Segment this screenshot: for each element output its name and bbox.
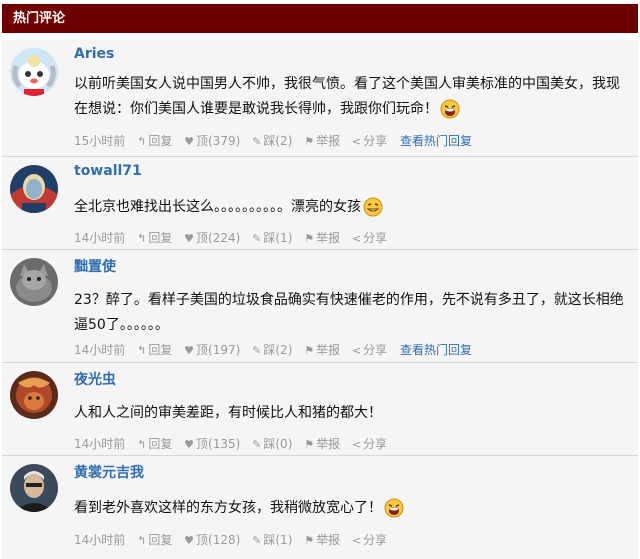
comment-item: 黄裳元吉我 看到老外喜欢这样的东方女孩，我稍微放宽心了！ 14小时前 ↰ 回复 ♥… [2,456,638,559]
share-icon: < [351,438,362,451]
timestamp: 15小时前 [74,134,126,148]
comment-item: 夜光虫 人和人之间的审美差距，有时候比人和猪的都大！ 14小时前 ↰ 回复 ♥ 顶(… [2,363,638,455]
comment-item: towall71 全北京也难找出长这么。。。。。。。。。。漂亮的女孩 14小时前… [2,157,638,249]
comment-item: 黜置使 23？醉了。看样子美国的垃圾食品确实有快速催老的作用，先不说有多丑了，就… [2,250,638,362]
comment-body: 人和人之间的审美差距，有时候比人和猪的都大！ [74,405,382,421]
upvote-button[interactable]: ♥ 顶(197) [184,341,240,358]
comment-meta: 15小时前 ↰ 回复 ♥ 顶(379) ✎ 踩(2) ⚑ 举报 < 分享 查看热门回复 [74,132,472,149]
flag-icon: ⚑ [304,232,315,245]
reply-arrow-icon: ↰ [137,135,147,148]
share-button[interactable]: < 分享 [352,229,387,246]
share-icon: < [351,232,362,245]
reply-button[interactable]: ↰ 回复 [137,341,172,358]
username[interactable]: Aries [74,46,114,62]
panel-title: 热门评论 [2,4,638,33]
downvote-button[interactable]: ✎ 踩(2) [252,341,292,358]
comment-body: 看到老外喜欢这样的东方女孩，我稍微放宽心了！ [74,500,382,516]
share-icon: < [351,344,362,357]
laughing-emoji-icon [440,99,460,128]
share-icon: < [351,135,362,148]
comment-meta: 14小时前 ↰ 回复 ♥ 顶(197) ✎ 踩(2) ⚑ 举报 < 分享 查看热门回复 [74,341,472,358]
reply-arrow-icon: ↰ [137,534,147,547]
comment-text: 人和人之间的审美差距，有时候比人和猪的都大！ [74,401,629,426]
flag-icon: ⚑ [304,534,315,547]
heart-icon: ♥ [184,344,195,357]
downvote-button[interactable]: ✎ 踩(2) [252,132,292,149]
thumb-down-icon: ✎ [252,135,262,148]
heart-icon: ♥ [184,438,195,451]
downvote-button[interactable]: ✎ 踩(1) [252,531,292,548]
comment-meta: 14小时前 ↰ 回复 ♥ 顶(135) ✎ 踩(0) ⚑ 举报 < 分享 [74,435,387,452]
username[interactable]: 黜置使 [74,256,116,276]
flag-icon: ⚑ [304,344,315,357]
report-button[interactable]: ⚑ 举报 [304,229,340,246]
username[interactable]: 黄裳元吉我 [74,462,144,482]
report-button[interactable]: ⚑ 举报 [304,132,340,149]
thumb-down-icon: ✎ [252,344,262,357]
comment-meta: 14小时前 ↰ 回复 ♥ 顶(128) ✎ 踩(1) ⚑ 举报 < 分享 [74,531,387,548]
view-hot-replies-link[interactable]: 查看热门回复 [400,341,472,358]
timestamp: 14小时前 [74,343,126,357]
avatar[interactable] [10,464,58,512]
report-button[interactable]: ⚑ 举报 [304,341,340,358]
upvote-button[interactable]: ♥ 顶(128) [184,531,240,548]
reply-arrow-icon: ↰ [137,438,147,451]
thumb-down-icon: ✎ [252,534,262,547]
heart-icon: ♥ [184,232,195,245]
share-button[interactable]: < 分享 [352,132,387,149]
timestamp: 14小时前 [74,437,126,451]
reply-arrow-icon: ↰ [137,344,147,357]
heart-icon: ♥ [184,135,195,148]
reply-button[interactable]: ↰ 回复 [137,132,172,149]
comment-text: 以前听美国女人说中国男人不帅，我很气愤。看了这个美国人审美标准的中国美女，我现在… [74,72,629,128]
comment-text: 全北京也难找出长这么。。。。。。。。。。漂亮的女孩 [74,195,629,226]
flag-icon: ⚑ [304,438,315,451]
view-hot-replies-link[interactable]: 查看热门回复 [400,132,472,149]
hot-comments-panel: 热门评论 Aries 以前听美国女人说中国男人不帅，我很气愤。看了这个美国人审美… [2,4,638,559]
share-button[interactable]: < 分享 [352,531,387,548]
upvote-button[interactable]: ♥ 顶(135) [184,435,240,452]
comment-body: 以前听美国女人说中国男人不帅，我很气愤。看了这个美国人审美标准的中国美女，我现在… [74,76,620,117]
comment-text: 看到老外喜欢这样的东方女孩，我稍微放宽心了！ [74,496,629,527]
report-button[interactable]: ⚑ 举报 [304,435,340,452]
comment-body: 全北京也难找出长这么。。。。。。。。。。漂亮的女孩 [74,199,361,215]
reply-button[interactable]: ↰ 回复 [137,531,172,548]
comment-body: 23？醉了。看样子美国的垃圾食品确实有快速催老的作用，先不说有多丑了，就这长相绝… [74,292,624,333]
flag-icon: ⚑ [304,135,315,148]
comment-text: 23？醉了。看样子美国的垃圾食品确实有快速催老的作用，先不说有多丑了，就这长相绝… [74,288,629,338]
downvote-button[interactable]: ✎ 踩(0) [252,435,292,452]
reply-arrow-icon: ↰ [137,232,147,245]
avatar[interactable] [10,165,58,213]
username[interactable]: 夜光虫 [74,369,116,389]
report-button[interactable]: ⚑ 举报 [304,531,340,548]
reply-button[interactable]: ↰ 回复 [137,229,172,246]
avatar[interactable] [10,48,58,96]
avatar[interactable] [10,371,58,419]
upvote-button[interactable]: ♥ 顶(224) [184,229,240,246]
laughing-emoji-icon [384,498,404,527]
grinning-emoji-icon [363,197,383,226]
share-button[interactable]: < 分享 [352,435,387,452]
avatar[interactable] [10,258,58,306]
comment-item: Aries 以前听美国女人说中国男人不帅，我很气愤。看了这个美国人审美标准的中国… [2,40,638,156]
thumb-down-icon: ✎ [252,232,262,245]
share-button[interactable]: < 分享 [352,341,387,358]
upvote-button[interactable]: ♥ 顶(379) [184,132,240,149]
heart-icon: ♥ [184,534,195,547]
reply-button[interactable]: ↰ 回复 [137,435,172,452]
username[interactable]: towall71 [74,163,142,179]
comment-meta: 14小时前 ↰ 回复 ♥ 顶(224) ✎ 踩(1) ⚑ 举报 < 分享 [74,229,387,246]
timestamp: 14小时前 [74,231,126,245]
downvote-button[interactable]: ✎ 踩(1) [252,229,292,246]
timestamp: 14小时前 [74,533,126,547]
thumb-down-icon: ✎ [252,438,262,451]
share-icon: < [351,534,362,547]
